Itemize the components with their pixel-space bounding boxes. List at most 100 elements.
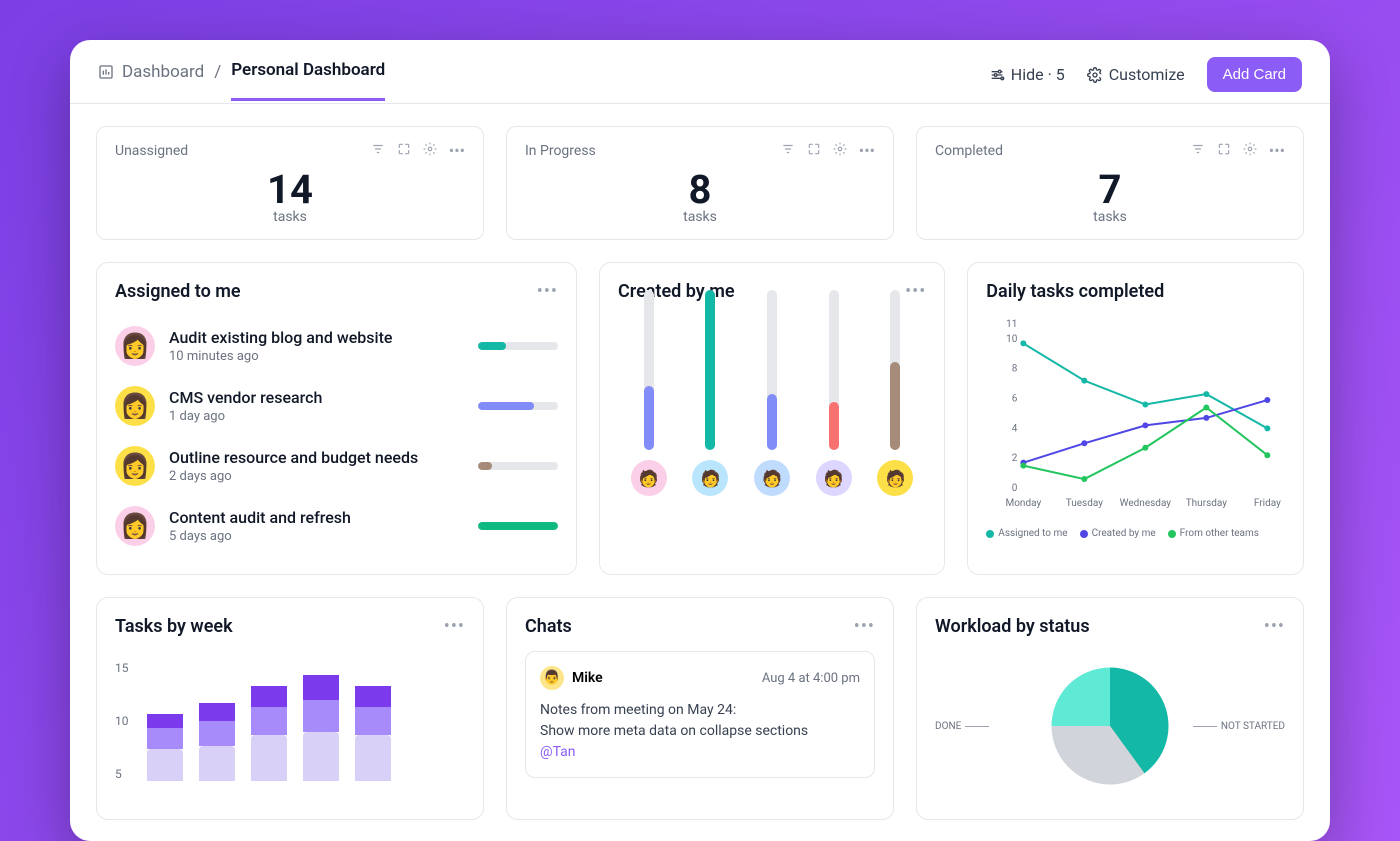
task-time: 1 day ago: [169, 409, 464, 424]
metric-unit: tasks: [935, 209, 1285, 225]
gear-icon[interactable]: [833, 141, 847, 160]
pie-label-done: DONE: [935, 721, 989, 732]
assigned-list: 👩 Audit existing blog and website 10 min…: [115, 316, 558, 556]
assigned-widget: Assigned to me ••• 👩 Audit existing blog…: [96, 262, 577, 575]
svg-text:4: 4: [1012, 423, 1018, 434]
workload-widget: Workload by status ••• DONE NOT STARTED: [916, 597, 1304, 820]
avatar[interactable]: 🧑: [692, 460, 728, 496]
breadcrumb-current[interactable]: Personal Dashboard: [231, 60, 385, 101]
tbw-ylabels: 15105: [115, 661, 129, 781]
customize-label: Customize: [1109, 65, 1185, 84]
app-window: Dashboard / Personal Dashboard Hide · 5 …: [70, 40, 1330, 841]
workload-title: Workload by status: [935, 616, 1090, 637]
avatar[interactable]: 🧑: [754, 460, 790, 496]
metric-card: Completed ••• 7 tasks: [916, 126, 1304, 240]
gear-icon[interactable]: [423, 141, 437, 160]
more-icon[interactable]: •••: [1269, 141, 1285, 160]
avatar[interactable]: 🧑: [816, 460, 852, 496]
svg-text:Friday: Friday: [1254, 498, 1281, 509]
sliders-icon: [989, 67, 1005, 83]
content-area: Unassigned ••• 14 tasks In Progress ••• …: [70, 104, 1330, 841]
chat-line2: Show more meta data on collapse sections: [540, 721, 860, 742]
svg-text:2: 2: [1012, 453, 1018, 464]
chat-mention[interactable]: @Tan: [540, 742, 860, 763]
breadcrumb-current-label: Personal Dashboard: [231, 60, 385, 80]
more-icon[interactable]: •••: [854, 616, 875, 637]
svg-text:Monday: Monday: [1006, 498, 1042, 509]
chat-line1: Notes from meeting on May 24:: [540, 700, 860, 721]
pie-label-notstarted: NOT STARTED: [1193, 721, 1285, 732]
daily-line-chart: 024681011MondayTuesdayWednesdayThursdayF…: [986, 316, 1285, 516]
created-bar: 🧑: [816, 290, 852, 496]
task-progress: [478, 342, 558, 350]
hide-button[interactable]: Hide · 5: [989, 65, 1065, 84]
task-row[interactable]: 👩 Audit existing blog and website 10 min…: [115, 316, 558, 376]
svg-text:6: 6: [1012, 394, 1018, 405]
gear-icon[interactable]: [1243, 141, 1257, 160]
legend-item: Assigned to me: [986, 528, 1067, 539]
workload-pie-chart: [1045, 661, 1175, 791]
more-icon[interactable]: •••: [444, 616, 465, 637]
stacked-bar: [147, 714, 183, 781]
expand-icon[interactable]: [397, 141, 411, 160]
chat-item[interactable]: 👨 Mike Aug 4 at 4:00 pm Notes from meeti…: [525, 651, 875, 778]
breadcrumb-root[interactable]: Dashboard: [98, 62, 204, 100]
created-bar: 🧑: [754, 290, 790, 496]
svg-text:Tuesday: Tuesday: [1066, 498, 1103, 509]
task-row[interactable]: 👩 Content audit and refresh 5 days ago: [115, 496, 558, 556]
task-row[interactable]: 👩 CMS vendor research 1 day ago: [115, 376, 558, 436]
tasks-by-week-widget: Tasks by week ••• 15105: [96, 597, 484, 820]
task-title: Content audit and refresh: [169, 508, 464, 527]
svg-text:8: 8: [1012, 364, 1018, 375]
chat-body: Notes from meeting on May 24: Show more …: [540, 700, 860, 763]
avatar: 👩: [115, 446, 155, 486]
task-title: Outline resource and budget needs: [169, 448, 464, 467]
chat-user-name: Mike: [572, 670, 603, 686]
filter-icon[interactable]: [1191, 141, 1205, 160]
expand-icon[interactable]: [1217, 141, 1231, 160]
metric-unit: tasks: [525, 209, 875, 225]
daily-title: Daily tasks completed: [986, 281, 1164, 302]
metric-value: 14: [115, 166, 465, 213]
more-icon[interactable]: •••: [449, 141, 465, 160]
created-bar: 🧑: [877, 290, 913, 496]
expand-icon[interactable]: [807, 141, 821, 160]
task-time: 5 days ago: [169, 529, 464, 544]
legend-item: Created by me: [1080, 528, 1156, 539]
task-progress: [478, 402, 558, 410]
breadcrumb-root-label: Dashboard: [122, 62, 204, 82]
metric-value: 8: [525, 166, 875, 213]
more-icon[interactable]: •••: [1264, 616, 1285, 637]
stacked-bar: [251, 686, 287, 781]
filter-icon[interactable]: [371, 141, 385, 160]
svg-text:0: 0: [1012, 483, 1018, 494]
chats-title: Chats: [525, 616, 572, 637]
avatar: 👨: [540, 666, 564, 690]
dashboard-icon: [98, 64, 114, 80]
avatar[interactable]: 🧑: [877, 460, 913, 496]
more-icon[interactable]: •••: [537, 281, 558, 302]
ytick: 15: [115, 661, 129, 675]
tbw-title: Tasks by week: [115, 616, 233, 637]
add-card-button[interactable]: Add Card: [1207, 57, 1302, 92]
metrics-row: Unassigned ••• 14 tasks In Progress ••• …: [96, 126, 1304, 240]
task-progress: [478, 462, 558, 470]
customize-button[interactable]: Customize: [1087, 65, 1185, 84]
avatar: 👩: [115, 506, 155, 546]
workload-pie-wrap: DONE NOT STARTED: [935, 651, 1285, 801]
created-widget: Created by me ••• 🧑 🧑 🧑 🧑 🧑: [599, 262, 945, 575]
stacked-bar: [199, 703, 235, 781]
ytick: 5: [115, 767, 129, 781]
more-icon[interactable]: •••: [859, 141, 875, 160]
widgets-row: Assigned to me ••• 👩 Audit existing blog…: [96, 262, 1304, 575]
filter-icon[interactable]: [781, 141, 795, 160]
metric-card: Unassigned ••• 14 tasks: [96, 126, 484, 240]
gear-icon: [1087, 67, 1103, 83]
task-row[interactable]: 👩 Outline resource and budget needs 2 da…: [115, 436, 558, 496]
legend-item: From other teams: [1168, 528, 1259, 539]
daily-widget: Daily tasks completed 024681011MondayTue…: [967, 262, 1304, 575]
metric-title: In Progress: [525, 143, 596, 159]
avatar[interactable]: 🧑: [631, 460, 667, 496]
tbw-bars: [147, 661, 466, 781]
bottom-row: Tasks by week ••• 15105 Chats ••• 👨: [96, 597, 1304, 820]
